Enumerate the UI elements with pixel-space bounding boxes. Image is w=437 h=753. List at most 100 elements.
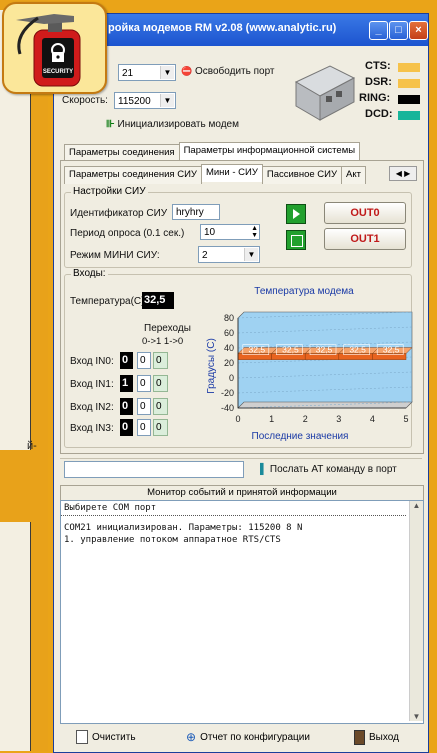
- siu-id-label: Идентификатор СИУ: [70, 208, 168, 219]
- speed-value: 115200: [118, 96, 151, 107]
- report-icon: ⊕: [186, 730, 197, 744]
- input-in0-up: 0: [137, 352, 151, 369]
- tab-scroll-arrows[interactable]: ◀ ▶: [389, 166, 417, 181]
- temperature-label: Температура(С):: [70, 296, 148, 307]
- page-text-column-lower: [0, 522, 31, 751]
- chevron-down-icon: ▼: [160, 94, 174, 107]
- release-port-button[interactable]: ⛔ Освободить порт: [181, 66, 275, 77]
- out1-indicator: [286, 230, 306, 250]
- chart-x-axis-label: Последние значения: [252, 431, 349, 442]
- signal-dsr-led: [398, 79, 420, 88]
- chevron-down-icon: ▼: [244, 248, 258, 261]
- chart-y-tick-label: -40: [221, 403, 234, 413]
- monitor-line-2: 1. управление потоком аппаратное RTS/CTS: [64, 535, 281, 545]
- exit-label: Выход: [369, 732, 399, 743]
- send-icon: ▌: [260, 464, 268, 475]
- init-modem-button[interactable]: ⊪ Инициализировать модем: [106, 119, 239, 130]
- input-in2-down: 0: [153, 398, 168, 415]
- temperature-value: 32,5: [142, 292, 174, 309]
- stepper-arrows-icon: ▲ ▼: [251, 225, 258, 239]
- input-in2-label: Вход IN2:: [70, 402, 114, 413]
- com-port-value: 21: [122, 68, 134, 79]
- badge-label: SECURITY: [43, 69, 73, 75]
- speed-label: Скорость:: [62, 95, 108, 106]
- chart-data-label: 32,5: [383, 345, 400, 355]
- fire-extinguisher-icon: SECURITY: [16, 14, 81, 87]
- mini-mode-select[interactable]: 2 ▼: [198, 246, 260, 263]
- tab-siu-connection[interactable]: Параметры соединения СИУ: [64, 166, 202, 184]
- chart-x-tick-label: 5: [403, 414, 408, 424]
- page-caption-fragment: й-: [27, 440, 37, 452]
- siu-settings-title: Настройки СИУ: [71, 186, 148, 197]
- at-command-input[interactable]: [64, 461, 244, 478]
- minimize-button[interactable]: _: [369, 21, 388, 40]
- send-at-label: Послать АТ команду в порт: [269, 464, 397, 475]
- input-in0-label: Вход IN0:: [70, 356, 114, 367]
- monitor-title: Монитор событий и принятой информации: [60, 485, 424, 501]
- temperature-chart: Температура модема Градусы (C) Последние…: [206, 286, 413, 442]
- report-button[interactable]: ⊕ Отчет по конфигурации: [186, 730, 310, 744]
- mini-mode-label: Режим МИНИ СИУ:: [70, 250, 160, 261]
- inputs-title: Входы:: [71, 268, 108, 279]
- monitor-separator: [61, 515, 406, 516]
- tab-mini-siu[interactable]: Мини - СИУ: [200, 164, 263, 182]
- tab-passive-siu[interactable]: Пассивное СИУ: [261, 166, 343, 184]
- poll-period-value: 10: [204, 227, 216, 238]
- signal-ring-label: RING:: [359, 92, 391, 104]
- signal-cts-label: CTS:: [365, 60, 391, 72]
- chart-x-tick-label: 1: [269, 414, 274, 424]
- speed-select[interactable]: 115200 ▼: [114, 92, 176, 109]
- input-in0-down: 0: [153, 352, 168, 369]
- chart-x-tick-label: 0: [235, 414, 240, 424]
- sub-tabs: Параметры соединения СИУ Мини - СИУ Пасс…: [64, 164, 366, 184]
- document-icon: [76, 730, 88, 744]
- modem-device-icon: [294, 65, 356, 121]
- event-monitor: Выбирете COM порт COM21 инициализирован.…: [60, 500, 424, 724]
- clear-button[interactable]: Очистить: [76, 730, 136, 744]
- input-in3-up: 0: [137, 419, 151, 436]
- report-label: Отчет по конфигурации: [200, 731, 310, 743]
- security-badge: SECURITY: [2, 2, 107, 94]
- siu-id-input[interactable]: hryhry: [172, 204, 220, 220]
- input-in0-state: 0: [120, 352, 133, 369]
- chart-plot-area: [237, 311, 413, 409]
- monitor-line-1: COM21 инициализирован. Параметры: 115200…: [64, 523, 303, 533]
- exit-button[interactable]: Выход: [354, 730, 399, 745]
- release-port-label: Освободить порт: [195, 66, 275, 77]
- poll-period-input[interactable]: 10 ▲ ▼: [200, 224, 260, 240]
- scroll-down-icon[interactable]: ▼: [410, 712, 423, 721]
- chart-floor: [237, 401, 413, 409]
- clear-label: Очистить: [92, 731, 136, 743]
- monitor-line-0: Выбирете COM порт: [64, 503, 157, 513]
- input-in1-label: Вход IN1:: [70, 379, 114, 390]
- chart-y-tick-label: 20: [224, 358, 234, 368]
- chart-title: Температура модема: [254, 286, 354, 297]
- tab-active-siu[interactable]: Акт: [341, 166, 366, 184]
- send-at-button[interactable]: ▌ Послать АТ команду в порт: [260, 464, 397, 475]
- chart-x-tick-label: 2: [303, 414, 308, 424]
- init-modem-label: Инициализировать модем: [117, 119, 239, 130]
- input-in2-up: 0: [137, 398, 151, 415]
- close-button[interactable]: ×: [409, 21, 428, 40]
- scroll-up-icon[interactable]: ▲: [410, 501, 423, 510]
- monitor-scrollbar[interactable]: ▲ ▼: [409, 501, 423, 721]
- transitions-columns: 0->1 1->0: [142, 336, 184, 347]
- play-icon: [293, 209, 300, 219]
- chart-y-tick-label: -20: [221, 388, 234, 398]
- maximize-button[interactable]: □: [389, 21, 408, 40]
- out0-button[interactable]: OUT0: [324, 202, 406, 224]
- chart-y-tick-label: 0: [229, 373, 234, 383]
- tab-info-system[interactable]: Параметры информационной системы: [178, 142, 361, 160]
- input-in1-down: 0: [153, 375, 168, 392]
- input-in3-label: Вход IN3:: [70, 423, 114, 434]
- out1-button[interactable]: OUT1: [324, 228, 406, 250]
- title-bar: ройка модемов RM v2.08 (www.analytic.ru)…: [54, 14, 428, 46]
- stop-icon: [291, 235, 303, 247]
- input-in1-up: 0: [137, 375, 151, 392]
- input-in1-state: 1: [120, 375, 133, 392]
- signal-ring-led: [398, 95, 420, 104]
- input-in3-down: 0: [153, 419, 168, 436]
- chart-y-tick-label: 80: [224, 313, 234, 323]
- com-port-select[interactable]: 21 ▼: [118, 64, 176, 81]
- input-in3-state: 0: [120, 419, 133, 436]
